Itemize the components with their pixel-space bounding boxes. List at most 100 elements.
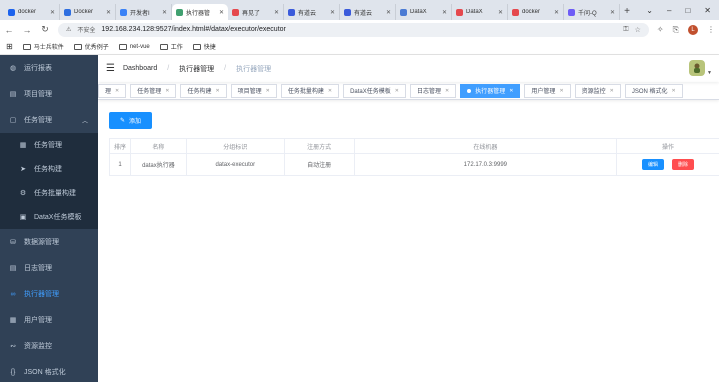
tag-close-icon[interactable]: ✕ [266, 88, 270, 94]
bookmark-folder[interactable]: net-vue [119, 44, 150, 50]
tag-close-icon[interactable]: ✕ [672, 88, 676, 94]
extensions-icon[interactable]: ✧ [657, 25, 664, 34]
tag-close-icon[interactable]: ✕ [509, 88, 513, 94]
sidebar-item[interactable]: ▤项目管理 [0, 81, 98, 107]
sidebar-item-label: 任务构建 [34, 164, 62, 174]
browser-tab[interactable]: 再见了✕ [228, 4, 284, 20]
tab-close-icon[interactable]: ✕ [498, 9, 503, 16]
edit-button[interactable]: 编辑 [642, 159, 664, 170]
tags-view-item[interactable]: 任务构建 ✕ [180, 84, 226, 98]
tab-close-icon[interactable]: ✕ [554, 9, 559, 16]
bookmark-star-icon[interactable]: ☆ [635, 26, 641, 34]
bookmark-folder[interactable]: 优秀例子 [74, 42, 109, 51]
minimize-button[interactable]: – [667, 6, 671, 15]
forward-icon[interactable]: → [22, 25, 32, 35]
browser-tab[interactable]: Docker✕ [60, 4, 116, 20]
add-button-label: 添加 [129, 116, 141, 125]
tab-close-icon[interactable]: ✕ [610, 9, 615, 16]
tags-view-item[interactable]: 用户管理✕ [524, 84, 570, 98]
tags-view-item[interactable]: 任务批量构建✕ [281, 84, 339, 98]
browser-tab[interactable]: 执行器管✕ [172, 4, 228, 20]
tag-close-icon[interactable]: ✕ [445, 88, 449, 94]
browser-tab[interactable]: DataX✕ [452, 4, 508, 20]
back-icon[interactable]: ← [4, 25, 14, 35]
password-key-icon[interactable]: ⚿ [623, 26, 628, 34]
sidebar-item[interactable]: ∾资源监控 [0, 333, 98, 359]
tab-close-icon[interactable]: ✕ [386, 9, 391, 16]
tags-view-item[interactable]: 理✕ [98, 84, 126, 98]
tags-view-item[interactable]: 资源监控✕ [575, 84, 621, 98]
sidebar-item[interactable]: ▤日志管理 [0, 255, 98, 281]
tab-close-icon[interactable]: ✕ [274, 9, 279, 16]
tag-close-icon[interactable]: ✕ [610, 88, 614, 94]
sidebar-item[interactable]: ▦任务管理 [0, 133, 98, 157]
bookmark-folder[interactable]: 马士兵软件 [23, 42, 64, 51]
browser-tab[interactable]: 千问-Q✕ [564, 4, 620, 20]
column-header: 排序 [110, 139, 131, 154]
reload-icon[interactable]: ↻ [40, 24, 50, 35]
menu-icon[interactable]: ⋮ [707, 25, 715, 34]
tab-close-icon[interactable]: ✕ [442, 9, 447, 16]
browser-tab-title: 千问-Q [578, 8, 607, 17]
tag-close-icon[interactable]: ✕ [115, 88, 119, 94]
tags-view-item[interactable]: JSON 格式化✕ [625, 84, 683, 98]
tag-close-icon[interactable]: ✕ [395, 88, 399, 94]
tab-favicon-icon [64, 9, 71, 16]
tag-close-icon[interactable]: ✕ [165, 88, 169, 94]
sidebar-item[interactable]: ▢任务管理︿ [0, 107, 98, 133]
bookmark-label: 优秀例子 [85, 42, 109, 51]
tab-close-icon[interactable]: ✕ [50, 9, 55, 16]
browser-tab[interactable]: docker✕ [508, 4, 564, 20]
not-secure-icon[interactable]: ⚠ [66, 26, 71, 33]
tag-close-icon[interactable]: ✕ [215, 88, 219, 94]
profile-avatar[interactable]: L [688, 25, 698, 35]
tag-close-icon[interactable]: ✕ [328, 88, 332, 94]
add-button[interactable]: ✎ 添加 [109, 112, 152, 129]
browser-tab[interactable]: 有道云✕ [340, 4, 396, 20]
apps-grid-icon[interactable]: ⊞ [6, 42, 13, 51]
tags-view-item[interactable]: 项目管理✕ [231, 84, 277, 98]
browser-tab[interactable]: docker✕ [4, 4, 60, 20]
sidebar-item[interactable]: ⛁数据源管理 [0, 229, 98, 255]
url-field[interactable]: ⚠ 不安全 192.168.234.128:9527/index.html#/d… [58, 23, 649, 37]
sidebar-item[interactable]: ▦用户管理 [0, 307, 98, 333]
tag-close-icon[interactable]: ✕ [559, 88, 563, 94]
tags-view-item[interactable]: 执行器管理✕ [460, 84, 520, 98]
sidebar-item[interactable]: {}JSON 格式化 [0, 359, 98, 385]
bookmark-folder[interactable]: 快捷 [193, 42, 216, 51]
sidebar-item[interactable]: ∞执行器管理 [0, 281, 98, 307]
column-header: 在线机器 [354, 139, 617, 154]
sidebar-item[interactable]: ▣DataX任务模板 [0, 205, 98, 229]
side-panel-icon[interactable]: ⎘ [673, 25, 679, 35]
tab-favicon-icon [8, 9, 15, 16]
tags-view-item[interactable]: 日志管理 ✕ [410, 84, 456, 98]
navbar: ☰ Dashboard / 执行器管理 / 执行器管理 ▼ [98, 55, 719, 82]
close-window-button[interactable]: ✕ [704, 6, 711, 15]
browser-tab[interactable]: DataX✕ [396, 4, 452, 20]
tab-close-icon[interactable]: ✕ [219, 9, 224, 16]
tab-close-icon[interactable]: ✕ [162, 9, 167, 16]
sidebar-item[interactable]: ➤任务构建 [0, 157, 98, 181]
bookmark-folder[interactable]: 工作 [160, 42, 183, 51]
delete-button[interactable]: 删除 [672, 159, 694, 170]
browser-tab[interactable]: 有道云✕ [284, 4, 340, 20]
sidebar-item-label: 任务批量构建 [34, 188, 76, 198]
user-avatar[interactable]: ▼ [689, 60, 705, 76]
breadcrumb-item[interactable]: 执行器管理 [179, 64, 214, 74]
sidebar-item[interactable]: ◍运行报表 [0, 55, 98, 81]
maximize-button[interactable]: □ [685, 6, 690, 15]
tab-close-icon[interactable]: ✕ [330, 9, 335, 16]
tag-label: 日志管理 [417, 86, 441, 95]
tab-search-icon[interactable]: ⌄ [646, 6, 653, 15]
sidebar-item[interactable]: ⚙任务批量构建 [0, 181, 98, 205]
tab-close-icon[interactable]: ✕ [106, 9, 111, 16]
breadcrumb-home[interactable]: Dashboard [123, 65, 157, 72]
new-tab-button[interactable]: + [620, 4, 634, 20]
tags-view-item[interactable]: 任务管理✕ [130, 84, 176, 98]
hamburger-icon[interactable]: ☰ [106, 63, 115, 74]
tag-label: 任务构建 [187, 86, 211, 95]
cell-actions: 编辑 删除 [617, 154, 719, 176]
browser-tab[interactable]: 开发者I✕ [116, 4, 172, 20]
tags-view-item[interactable]: DataX任务模板✕ [343, 84, 406, 98]
breadcrumb-separator: / [167, 65, 169, 72]
